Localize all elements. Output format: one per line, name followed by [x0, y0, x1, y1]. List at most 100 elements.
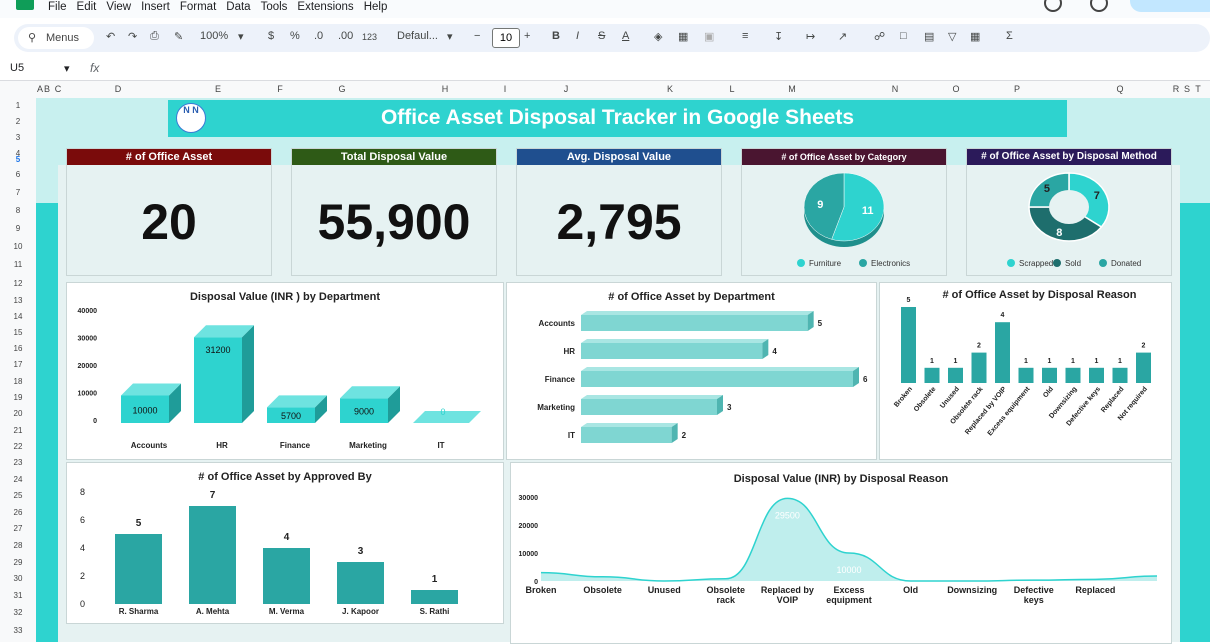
- kpi-card-total-value[interactable]: Total Disposal Value 55,900: [291, 148, 497, 276]
- row-header[interactable]: 10: [0, 242, 36, 251]
- text-wrap-icon[interactable]: ↦: [806, 30, 815, 43]
- row-header[interactable]: 20: [0, 409, 36, 418]
- row-header[interactable]: 18: [0, 377, 36, 386]
- column-header[interactable]: L: [729, 84, 734, 94]
- menu-item-edit[interactable]: Edit: [77, 1, 97, 13]
- column-header[interactable]: J: [564, 84, 569, 94]
- column-header[interactable]: B: [44, 84, 50, 94]
- number-format-button[interactable]: 123: [362, 32, 377, 42]
- chart-card-value-by-department[interactable]: Disposal Value (INR ) by Department 4000…: [66, 282, 504, 460]
- vertical-align-icon[interactable]: ↧: [774, 30, 783, 43]
- increase-decimal-button[interactable]: .00: [338, 30, 353, 42]
- menu-item-view[interactable]: View: [106, 1, 131, 13]
- font-size-input[interactable]: 10: [492, 28, 520, 48]
- row-header[interactable]: 28: [0, 541, 36, 550]
- row-header[interactable]: 3: [0, 133, 36, 142]
- column-header[interactable]: G: [338, 84, 345, 94]
- column-header[interactable]: P: [1014, 84, 1020, 94]
- column-header[interactable]: K: [667, 84, 673, 94]
- row-header[interactable]: 16: [0, 344, 36, 353]
- row-header[interactable]: 9: [0, 224, 36, 233]
- row-header[interactable]: 29: [0, 558, 36, 567]
- column-header[interactable]: F: [277, 84, 283, 94]
- insert-chart-icon[interactable]: ▤: [924, 30, 934, 43]
- row-header[interactable]: 33: [0, 626, 36, 635]
- row-header[interactable]: 19: [0, 393, 36, 402]
- row-header[interactable]: 26: [0, 508, 36, 517]
- kpi-card-asset-count[interactable]: # of Office Asset 20: [66, 148, 272, 276]
- history-icon[interactable]: [1044, 0, 1062, 12]
- dashboard-title-bar[interactable]: Office Asset Disposal Tracker in Google …: [168, 100, 1067, 137]
- insert-link-icon[interactable]: ☍: [874, 30, 885, 43]
- menu-item-help[interactable]: Help: [364, 1, 388, 13]
- column-header[interactable]: M: [788, 84, 796, 94]
- row-header[interactable]: 8: [0, 206, 36, 215]
- chart-card-approved-by[interactable]: # of Office Asset by Approved By 864205R…: [66, 462, 504, 624]
- row-header[interactable]: 24: [0, 475, 36, 484]
- horizontal-align-icon[interactable]: ≡: [742, 30, 748, 42]
- strikethrough-icon[interactable]: S: [598, 30, 605, 42]
- zoom-select[interactable]: 100%: [200, 30, 228, 42]
- select-all-corner[interactable]: [0, 81, 37, 99]
- chart-card-value-by-reason[interactable]: Disposal Value (INR) by Disposal Reason …: [510, 462, 1172, 644]
- chart-card-disposal-method[interactable]: # of Office Asset by Disposal Method 7 8 5…: [966, 148, 1172, 276]
- redo-icon[interactable]: ↷: [128, 30, 137, 43]
- insert-comment-icon[interactable]: □: [900, 30, 907, 42]
- chevron-down-icon[interactable]: ▾: [64, 62, 70, 75]
- chevron-down-icon[interactable]: ▾: [447, 30, 453, 43]
- row-header[interactable]: 17: [0, 360, 36, 369]
- row-header[interactable]: 30: [0, 574, 36, 583]
- row-header[interactable]: 2: [0, 117, 36, 126]
- font-size-decrease-icon[interactable]: −: [474, 30, 480, 42]
- paint-format-icon[interactable]: ✎: [174, 30, 183, 43]
- column-header[interactable]: S: [1184, 84, 1190, 94]
- filter-views-icon[interactable]: ▦: [970, 30, 980, 43]
- menu-item-extensions[interactable]: Extensions: [297, 1, 353, 13]
- column-header[interactable]: N: [892, 84, 899, 94]
- fill-color-icon[interactable]: ◈: [654, 30, 662, 43]
- column-header[interactable]: A: [37, 84, 43, 94]
- row-header[interactable]: 6: [0, 170, 36, 179]
- menu-item-data[interactable]: Data: [226, 1, 250, 13]
- menu-item-tools[interactable]: Tools: [261, 1, 288, 13]
- functions-icon[interactable]: Σ: [1006, 30, 1013, 42]
- row-header[interactable]: 5: [0, 155, 36, 164]
- menu-item-format[interactable]: Format: [180, 1, 216, 13]
- row-header[interactable]: 7: [0, 188, 36, 197]
- row-header[interactable]: 31: [0, 591, 36, 600]
- column-header[interactable]: C: [55, 84, 62, 94]
- sheets-logo-icon[interactable]: [16, 0, 34, 10]
- undo-icon[interactable]: ↶: [106, 30, 115, 43]
- row-header[interactable]: 12: [0, 279, 36, 288]
- text-rotation-icon[interactable]: ↗: [838, 30, 847, 43]
- row-header[interactable]: 1: [0, 101, 36, 110]
- row-header[interactable]: 23: [0, 458, 36, 467]
- column-header[interactable]: O: [952, 84, 959, 94]
- row-header[interactable]: 11: [0, 260, 36, 269]
- decrease-decimal-button[interactable]: .0: [314, 30, 323, 42]
- print-icon[interactable]: ⎙: [150, 30, 159, 43]
- share-button[interactable]: [1130, 0, 1210, 12]
- meet-icon[interactable]: [1090, 0, 1108, 12]
- chevron-down-icon[interactable]: ▾: [238, 30, 244, 43]
- row-header[interactable]: 25: [0, 491, 36, 500]
- menu-item-insert[interactable]: Insert: [141, 1, 170, 13]
- merge-cells-icon[interactable]: ▣: [704, 30, 714, 43]
- column-header[interactable]: H: [442, 84, 449, 94]
- text-color-icon[interactable]: A: [622, 30, 629, 42]
- menus-search[interactable]: ⚲ Menus: [18, 27, 94, 49]
- column-header[interactable]: E: [215, 84, 221, 94]
- row-header[interactable]: 27: [0, 524, 36, 533]
- column-header[interactable]: D: [115, 84, 122, 94]
- column-header[interactable]: R: [1173, 84, 1180, 94]
- percent-button[interactable]: %: [290, 30, 300, 42]
- borders-icon[interactable]: ▦: [678, 30, 688, 43]
- row-header[interactable]: 21: [0, 426, 36, 435]
- column-header[interactable]: T: [1195, 84, 1201, 94]
- chart-card-count-by-department[interactable]: # of Office Asset by Department Accounts…: [506, 282, 877, 460]
- column-header[interactable]: Q: [1116, 84, 1123, 94]
- chart-card-category[interactable]: # of Office Asset by Category 11 9 Furnitu…: [741, 148, 947, 276]
- row-header[interactable]: 32: [0, 608, 36, 617]
- row-header[interactable]: 22: [0, 442, 36, 451]
- font-size-increase-icon[interactable]: +: [524, 30, 530, 42]
